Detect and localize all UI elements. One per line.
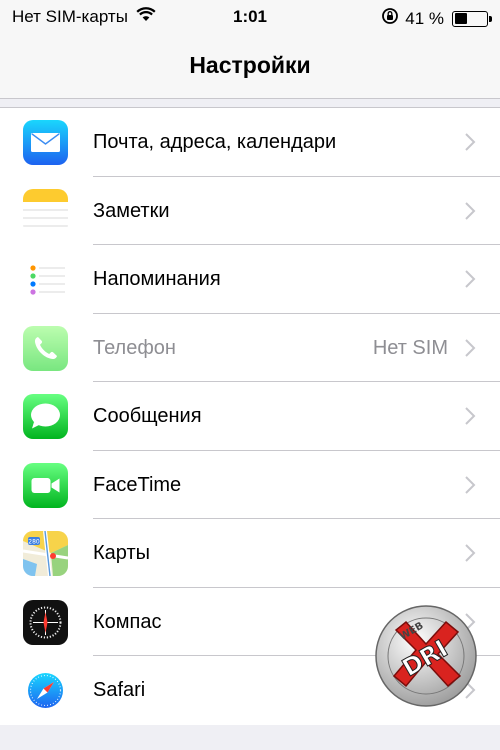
settings-row-detail: Нет SIM xyxy=(372,336,448,359)
settings-row-label: Напоминания xyxy=(93,268,221,290)
messages-icon xyxy=(23,394,68,439)
settings-row-mail[interactable]: Почта, адреса, календари xyxy=(0,108,500,177)
settings-row-label: Почта, адреса, календари xyxy=(93,131,337,153)
settings-row-label: Компас xyxy=(93,610,162,633)
navigation-bar: Настройки xyxy=(0,34,500,99)
status-right: 41 % xyxy=(381,7,492,30)
settings-row-label: Safari xyxy=(93,679,146,701)
settings-row-label: FaceTime xyxy=(93,473,182,496)
settings-row-label: Телефон xyxy=(93,336,176,359)
settings-row-reminders[interactable]: Напоминания xyxy=(0,245,500,314)
chevron-right-icon xyxy=(464,475,476,495)
notes-icon xyxy=(23,188,68,234)
reminders-icon xyxy=(23,257,68,302)
settings-row-label: Сообщения xyxy=(93,405,202,427)
battery-fill xyxy=(454,13,467,24)
facetime-icon xyxy=(23,462,68,508)
settings-row-label: Заметки xyxy=(93,199,170,222)
svg-text:280: 280 xyxy=(28,539,40,546)
settings-row-label: Карты xyxy=(93,542,150,564)
phone-icon xyxy=(23,325,68,371)
rotation-lock-icon xyxy=(381,7,399,30)
safari-icon xyxy=(23,668,68,713)
battery-icon xyxy=(452,10,492,27)
maps-icon: 280 xyxy=(23,531,68,576)
settings-row-phone[interactable]: Телефон Нет SIM xyxy=(0,314,500,382)
compass-icon xyxy=(23,599,68,645)
settings-row-messages[interactable]: Сообщения xyxy=(0,382,500,451)
settings-row-notes[interactable]: Заметки xyxy=(0,177,500,245)
chevron-right-icon xyxy=(464,201,476,221)
page-title: Настройки xyxy=(189,52,311,78)
status-bar: Нет SIM-карты 1:01 41 % xyxy=(0,0,500,34)
chevron-right-icon xyxy=(464,269,476,289)
chevron-right-icon xyxy=(464,543,476,563)
chevron-right-icon xyxy=(464,132,476,152)
watermark-logo: DRI WEB xyxy=(374,604,478,708)
settings-row-maps[interactable]: 280 Карты xyxy=(0,519,500,588)
mail-icon xyxy=(23,120,68,165)
chevron-right-icon xyxy=(464,406,476,426)
settings-row-facetime[interactable]: FaceTime xyxy=(0,451,500,519)
chevron-right-icon xyxy=(464,338,476,358)
battery-percent: 41 % xyxy=(405,8,444,28)
